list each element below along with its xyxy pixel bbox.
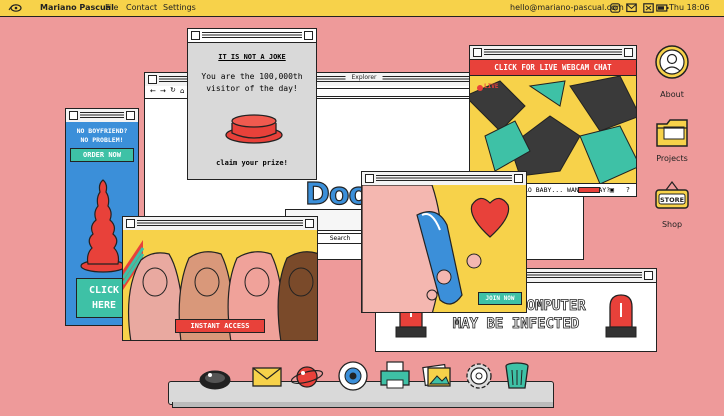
- back-icon[interactable]: ←: [150, 87, 156, 95]
- home-icon[interactable]: ⌂: [180, 87, 184, 95]
- forward-icon[interactable]: →: [160, 87, 166, 95]
- store-sign-icon: STORE: [655, 181, 689, 209]
- instant-access-button[interactable]: INSTANT ACCESS: [175, 319, 265, 333]
- battery-icon: [656, 4, 669, 12]
- prize-popup: IT IS NOT A JOKE You are the 100,000th v…: [187, 28, 317, 180]
- menu-contact[interactable]: Contact: [126, 3, 157, 12]
- search-logo: Doo: [304, 176, 369, 212]
- close-button[interactable]: [69, 111, 78, 120]
- close-button[interactable]: [365, 174, 374, 183]
- close-button[interactable]: [126, 219, 135, 228]
- title-bar[interactable]: [470, 46, 636, 60]
- ad-line: NO PROBLEM!: [80, 136, 124, 144]
- instant-access-window: INSTANT ACCESS: [122, 216, 318, 341]
- search-button[interactable]: Search: [317, 233, 363, 244]
- printer-icon[interactable]: [378, 358, 412, 392]
- close-button[interactable]: [148, 75, 157, 84]
- warning-text: MAY BE INFECTED: [452, 316, 580, 333]
- popup-heading: IT IS NOT A JOKE: [218, 53, 286, 61]
- refresh-icon[interactable]: ↻: [170, 86, 176, 94]
- trash-icon[interactable]: [500, 358, 534, 392]
- maximize-button[interactable]: [624, 48, 633, 57]
- menu-bar: Mariano Pascual File Contact Settings he…: [0, 0, 724, 17]
- maximize-button[interactable]: [644, 271, 653, 280]
- maximize-button[interactable]: [514, 174, 523, 183]
- title-bar[interactable]: [66, 109, 138, 123]
- popup-text: visitor of the day!: [206, 84, 298, 93]
- desktop-icon-about[interactable]: About: [651, 40, 693, 99]
- close-button[interactable]: [473, 48, 482, 57]
- ad-line: NO BOYFRIEND?: [76, 127, 128, 135]
- photos-icon[interactable]: [420, 358, 454, 392]
- help-icon[interactable]: ?: [626, 184, 630, 196]
- title-bar[interactable]: [362, 172, 526, 186]
- svg-text:STORE: STORE: [660, 196, 684, 204]
- volume-slider[interactable]: [578, 187, 600, 193]
- mail-icon[interactable]: [626, 3, 637, 13]
- avatar-icon: [655, 45, 689, 79]
- red-button-icon[interactable]: [224, 105, 284, 145]
- title-bar[interactable]: [188, 29, 316, 43]
- menu-file[interactable]: File: [105, 3, 118, 12]
- planet-icon[interactable]: [290, 358, 324, 392]
- desktop-icon-shop[interactable]: STORE Shop: [651, 180, 693, 229]
- claim-prize-link[interactable]: claim your prize!: [188, 159, 316, 167]
- popup-text: You are the 100,000th: [201, 72, 303, 81]
- mail-icon[interactable]: [250, 358, 284, 392]
- maximize-button[interactable]: [126, 111, 135, 120]
- dock-base: [172, 402, 554, 408]
- email-link[interactable]: hello@mariano-pascual.com: [510, 3, 624, 12]
- join-ad-window: JOIN NOW: [361, 171, 527, 313]
- menu-settings[interactable]: Settings: [163, 3, 196, 12]
- webcam-banner[interactable]: CLICK FOR LIVE WEBCAM CHAT: [470, 60, 636, 76]
- instagram-icon[interactable]: [610, 3, 621, 13]
- brand-name[interactable]: Mariano Pascual: [40, 3, 114, 12]
- logo-icon[interactable]: [8, 3, 22, 12]
- desktop-icon-label: Projects: [656, 154, 688, 163]
- camera-icon[interactable]: ▣: [610, 184, 614, 196]
- window-title: Explorer: [345, 74, 383, 81]
- join-now-button[interactable]: JOIN NOW: [478, 292, 522, 305]
- maximize-button[interactable]: [304, 31, 313, 40]
- twitter-icon[interactable]: [643, 3, 654, 13]
- gear-icon[interactable]: [462, 358, 496, 392]
- bomb-icon[interactable]: [198, 358, 232, 392]
- maximize-button[interactable]: [305, 219, 314, 228]
- desktop-icon-label: Shop: [661, 220, 683, 229]
- desktop-icon-projects[interactable]: Projects: [651, 114, 693, 163]
- folder-icon: [656, 119, 688, 147]
- live-label: LIVE: [484, 83, 499, 90]
- webcam-video[interactable]: [470, 76, 637, 184]
- clock: Thu 18:06: [669, 3, 710, 12]
- close-button[interactable]: [191, 31, 200, 40]
- desktop-icon-label: About: [660, 90, 684, 99]
- order-now-button[interactable]: ORDER NOW: [70, 148, 134, 162]
- title-bar[interactable]: [123, 217, 317, 231]
- eye-icon[interactable]: [336, 358, 370, 392]
